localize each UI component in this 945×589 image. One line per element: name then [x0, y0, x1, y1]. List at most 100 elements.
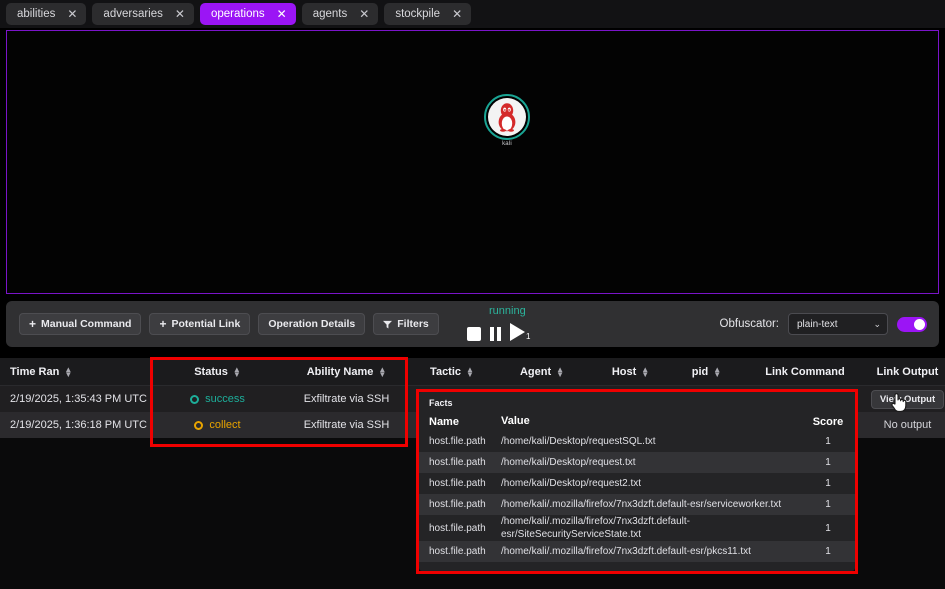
status-ring-icon: [194, 421, 203, 430]
view-output-button[interactable]: View Output: [871, 390, 944, 409]
facts-column-score: Score: [801, 416, 855, 428]
cell-link-output: No output: [870, 412, 945, 438]
tab-label: operations: [211, 8, 265, 20]
fact-score: 1: [801, 436, 855, 447]
fact-score: 1: [801, 523, 855, 534]
column-label: Agent: [520, 366, 551, 378]
obfuscator-value: plain-text: [797, 319, 838, 330]
facts-panel-title: Facts: [419, 392, 855, 412]
tab-label: stockpile: [395, 8, 440, 20]
sort-icon[interactable]: ▲▼: [378, 367, 386, 377]
fact-name: host.file.path: [429, 478, 501, 489]
fact-score: 1: [801, 546, 855, 557]
fact-value: /home/kali/.mozilla/firefox/7nx3dzft.def…: [501, 545, 801, 558]
tab-operations[interactable]: operations ✕: [200, 3, 296, 25]
tab-bar: abilities ✕ adversaries ✕ operations ✕ a…: [0, 0, 945, 28]
column-header-link-output[interactable]: Link Output: [870, 358, 945, 386]
close-icon[interactable]: ✕: [67, 8, 77, 20]
facts-column-value: Value: [501, 415, 801, 428]
close-icon[interactable]: ✕: [359, 8, 369, 20]
facts-row[interactable]: host.file.path /home/kali/Desktop/reques…: [419, 452, 855, 473]
node-label: kali: [502, 141, 512, 147]
tab-label: agents: [313, 8, 348, 20]
facts-column-name: Name: [429, 416, 501, 428]
column-header-time-ran[interactable]: Time Ran ▲▼: [0, 358, 150, 386]
fact-score: 1: [801, 478, 855, 489]
close-icon[interactable]: ✕: [452, 8, 462, 20]
graph-node-kali[interactable]: kali: [481, 94, 533, 158]
sort-icon[interactable]: ▲▼: [641, 367, 649, 377]
operation-control-bar: + Manual Command + Potential Link Operat…: [6, 301, 939, 347]
fact-value: /home/kali/.mozilla/firefox/7nx3dzft.def…: [501, 498, 801, 511]
filter-icon: [383, 320, 392, 329]
facts-row[interactable]: host.file.path /home/kali/.mozilla/firef…: [419, 515, 855, 541]
cell-ability-name: Exfiltrate via SSH: [285, 412, 408, 438]
column-label: Link Output: [877, 366, 939, 378]
obfuscator-label: Obfuscator:: [720, 318, 779, 330]
cell-time-ran: 2/19/2025, 1:35:43 PM UTC: [0, 386, 150, 412]
sort-icon[interactable]: ▲▼: [64, 367, 72, 377]
facts-row[interactable]: host.file.path /home/kali/.mozilla/firef…: [419, 541, 855, 562]
cell-status: success: [150, 386, 285, 412]
autonomous-toggle[interactable]: [897, 317, 927, 332]
column-label: Tactic: [430, 366, 461, 378]
operation-details-label: Operation Details: [268, 318, 355, 330]
cell-link-output: View Output: [870, 386, 945, 412]
fact-value: /home/kali/.mozilla/firefox/7nx3dzft.def…: [501, 515, 801, 541]
tab-abilities[interactable]: abilities ✕: [6, 3, 86, 25]
sort-icon[interactable]: ▲▼: [233, 367, 241, 377]
operation-graph-panel[interactable]: kali: [6, 30, 939, 294]
facts-row[interactable]: host.file.path /home/kali/Desktop/reques…: [419, 431, 855, 452]
column-label: Host: [612, 366, 636, 378]
fact-name: host.file.path: [429, 546, 501, 557]
facts-row[interactable]: host.file.path /home/kali/Desktop/reques…: [419, 473, 855, 494]
filters-label: Filters: [397, 318, 429, 330]
node-status-ring: [484, 94, 530, 140]
sort-icon[interactable]: ▲▼: [466, 367, 474, 377]
column-header-status[interactable]: Status ▲▼: [150, 358, 285, 386]
tab-label: adversaries: [103, 8, 162, 20]
column-header-pid[interactable]: pid ▲▼: [673, 358, 740, 386]
fact-name: host.file.path: [429, 499, 501, 510]
obfuscator-select[interactable]: plain-text ⌄: [788, 313, 888, 335]
sort-icon[interactable]: ▲▼: [713, 367, 721, 377]
manual-command-button[interactable]: + Manual Command: [19, 313, 141, 335]
sort-icon[interactable]: ▲▼: [556, 367, 564, 377]
column-label: pid: [692, 366, 709, 378]
facts-row[interactable]: host.file.path /home/kali/.mozilla/firef…: [419, 494, 855, 515]
column-header-link-command[interactable]: Link Command: [740, 358, 870, 386]
tab-agents[interactable]: agents ✕: [302, 3, 379, 25]
close-icon[interactable]: ✕: [175, 8, 185, 20]
tux-penguin-icon: [494, 102, 520, 132]
cell-status: collect: [150, 412, 285, 438]
column-label: Status: [194, 366, 228, 378]
cell-ability-name: Exfiltrate via SSH: [285, 386, 408, 412]
column-header-ability-name[interactable]: Ability Name ▲▼: [285, 358, 408, 386]
tab-stockpile[interactable]: stockpile ✕: [384, 3, 471, 25]
operation-details-button[interactable]: Operation Details: [258, 313, 365, 335]
table-header-row: Time Ran ▲▼ Status ▲▼ Ability Name ▲▼ Ta…: [0, 358, 945, 386]
stop-button[interactable]: [467, 327, 481, 341]
facts-header-row: Name Value Score: [419, 412, 855, 431]
close-icon[interactable]: ✕: [277, 8, 287, 20]
tab-adversaries[interactable]: adversaries ✕: [92, 3, 194, 25]
fact-value: /home/kali/Desktop/request2.txt: [501, 477, 801, 490]
column-header-agent[interactable]: Agent ▲▼: [496, 358, 588, 386]
play-button[interactable]: 1: [510, 323, 530, 341]
status-badge: success: [190, 393, 245, 405]
control-buttons-group: + Manual Command + Potential Link Operat…: [6, 313, 439, 335]
node-avatar: [488, 98, 526, 136]
column-header-host[interactable]: Host ▲▼: [588, 358, 673, 386]
potential-link-button[interactable]: + Potential Link: [149, 313, 250, 335]
pause-button[interactable]: [490, 327, 501, 341]
status-ring-icon: [190, 395, 199, 404]
filters-button[interactable]: Filters: [373, 313, 439, 335]
column-label: Ability Name: [307, 366, 374, 378]
facts-popup-panel[interactable]: Facts Name Value Score host.file.path /h…: [419, 392, 855, 571]
status-label: success: [205, 393, 245, 405]
fact-score: 1: [801, 499, 855, 510]
stop-icon: [467, 327, 481, 341]
tab-label: abilities: [17, 8, 55, 20]
fact-score: 1: [801, 457, 855, 468]
column-header-tactic[interactable]: Tactic ▲▼: [408, 358, 496, 386]
